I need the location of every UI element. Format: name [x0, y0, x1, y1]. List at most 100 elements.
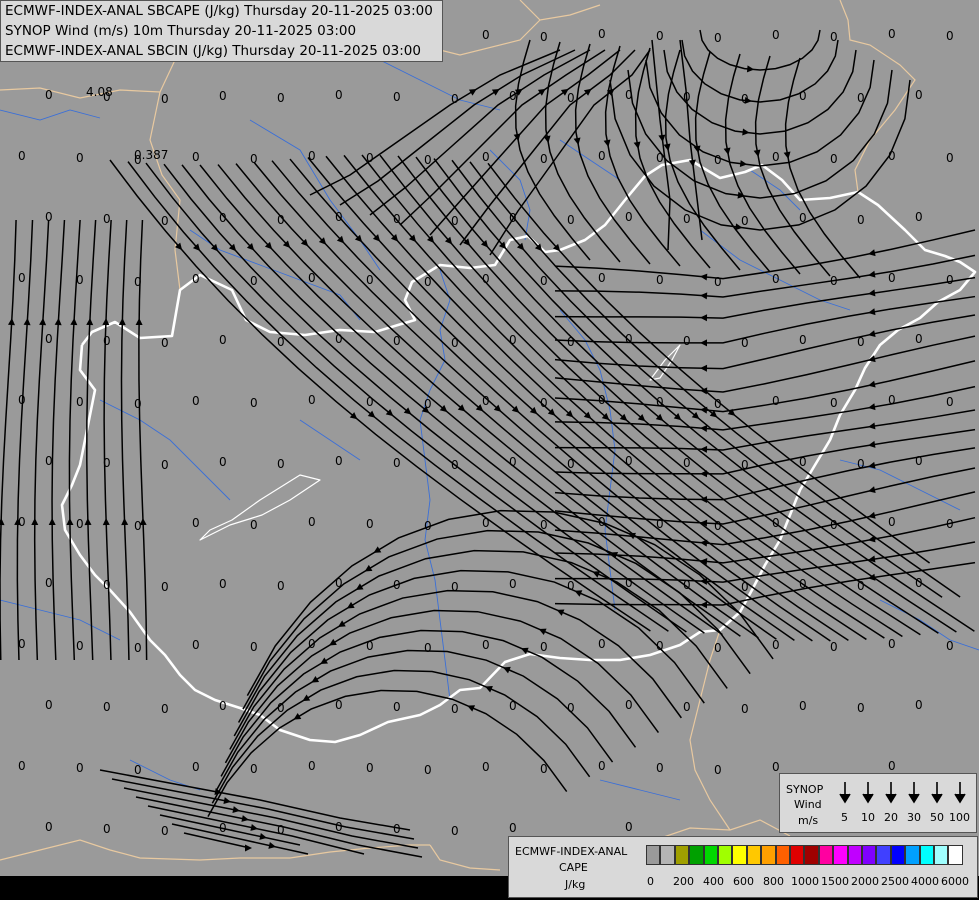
cape-value: 0 [799, 455, 807, 469]
title-cin: ECMWF-INDEX-ANAL SBCIN (J/kg) Thursday 2… [5, 43, 421, 59]
cape-value: 0 [335, 820, 343, 834]
cape-swatch [804, 845, 819, 865]
cape-value: 0 [683, 334, 691, 348]
cape-value: 0 [366, 151, 374, 165]
cape-value: 0 [45, 576, 53, 590]
cape-value: 0 [714, 763, 722, 777]
cape-value: 0 [103, 334, 111, 348]
wind-speed-5: 5 [841, 811, 848, 824]
cape-value: 0 [366, 761, 374, 775]
title-cape: ECMWF-INDEX-ANAL SBCAPE (J/kg) Thursday … [5, 3, 433, 19]
cape-value: 0 [741, 336, 749, 350]
cape-swatch [919, 845, 934, 865]
cape-value: 0 [103, 822, 111, 836]
cape-value: 0 [219, 821, 227, 835]
cape-value: 0 [482, 638, 490, 652]
cape-value: 0 [393, 456, 401, 470]
cape-value: 0 [277, 823, 285, 837]
cape-value: 0 [540, 274, 548, 288]
cape-value: 0 [656, 761, 664, 775]
cape-swatch [948, 845, 963, 865]
cape-value: 0 [18, 637, 26, 651]
cape-value: 0 [656, 517, 664, 531]
cape-legend-label-1: ECMWF-INDEX-ANAL [515, 845, 628, 858]
cape-value: 0 [161, 336, 169, 350]
cape-value: 0 [509, 577, 517, 591]
cape-value: 0 [830, 30, 838, 44]
cape-value: 0 [277, 335, 285, 349]
cape-value: 0 [915, 576, 923, 590]
cape-value: 0 [277, 701, 285, 715]
cape-value: 0 [857, 457, 865, 471]
cape-value: 0 [192, 394, 200, 408]
cape-swatch [862, 845, 877, 865]
wind-legend-label-3: m/s [798, 814, 819, 827]
cape-value: 0 [308, 515, 316, 529]
cape-value: 0 [161, 580, 169, 594]
cape-value: 0 [482, 272, 490, 286]
cape-value: 0 [799, 699, 807, 713]
cape-tick-labels: 0 200 400 600 800 1000 1500 2000 2500 4000 6000 [646, 875, 976, 891]
cape-value: 0 [915, 332, 923, 346]
cape-swatch [818, 845, 834, 865]
cape-value: 0 [335, 454, 343, 468]
wind-legend-label-2: Wind [794, 798, 822, 811]
cape-value: 0 [45, 454, 53, 468]
cape-value: 0 [393, 90, 401, 104]
cape-value: 0 [250, 396, 258, 410]
cape-value: 0 [366, 395, 374, 409]
cape-value: 0 [219, 89, 227, 103]
cape-value: 0 [482, 516, 490, 530]
cape-value: 0 [888, 759, 896, 773]
cape-value: 0 [509, 821, 517, 835]
cape-value: 0 [915, 88, 923, 102]
cape-value: 0 [888, 149, 896, 163]
cape-value: 0 [509, 89, 517, 103]
cape-value: 0 [598, 393, 606, 407]
cape-value: 0 [509, 211, 517, 225]
cape-value: 0 [830, 518, 838, 532]
cape-value: 0 [45, 210, 53, 224]
cape-value: 0 [45, 698, 53, 712]
cape-value: 0 [656, 151, 664, 165]
cape-value: 0 [424, 763, 432, 777]
cape-value: 0 [540, 30, 548, 44]
cape-value: 0 [161, 92, 169, 106]
cape-value: 0 [625, 820, 633, 834]
cape-swatch [674, 845, 690, 865]
cape-value: 0 [451, 702, 459, 716]
cape-value: 0 [76, 395, 84, 409]
cape-value: 0 [219, 455, 227, 469]
cape-value: 0 [625, 332, 633, 346]
cape-value: 0 [424, 153, 432, 167]
cape-value: 0 [598, 271, 606, 285]
cape-value: 0 [567, 213, 575, 227]
cape-value: 0 [598, 759, 606, 773]
cape-value: 0 [915, 454, 923, 468]
cape-tick-label: 4000 [911, 875, 939, 888]
cape-value: 0 [830, 274, 838, 288]
cape-tick-label: 600 [733, 875, 754, 888]
cape-value: 0 [161, 824, 169, 838]
cape-value: 0 [277, 213, 285, 227]
cape-value: 0 [103, 700, 111, 714]
cape-value: 0 [192, 760, 200, 774]
cape-value: 0 [799, 577, 807, 591]
cape-value: 0 [567, 91, 575, 105]
cape-value: 0 [540, 152, 548, 166]
cape-value: 0 [482, 394, 490, 408]
cape-value: 0 [308, 759, 316, 773]
cape-value: 0 [335, 210, 343, 224]
cape-swatch [646, 845, 661, 865]
wind-speed-50: 50 [930, 811, 944, 824]
cape-value: 0 [772, 28, 780, 42]
cape-value: 0 [741, 92, 749, 106]
cape-tick-label: 200 [673, 875, 694, 888]
cape-value: 0 [366, 639, 374, 653]
cape-value: 0 [888, 27, 896, 41]
cape-value: 0 [567, 335, 575, 349]
cape-value: 0 [451, 580, 459, 594]
cape-value: 0 [424, 519, 432, 533]
cape-value: 0 [772, 638, 780, 652]
cape-value: 0 [741, 702, 749, 716]
